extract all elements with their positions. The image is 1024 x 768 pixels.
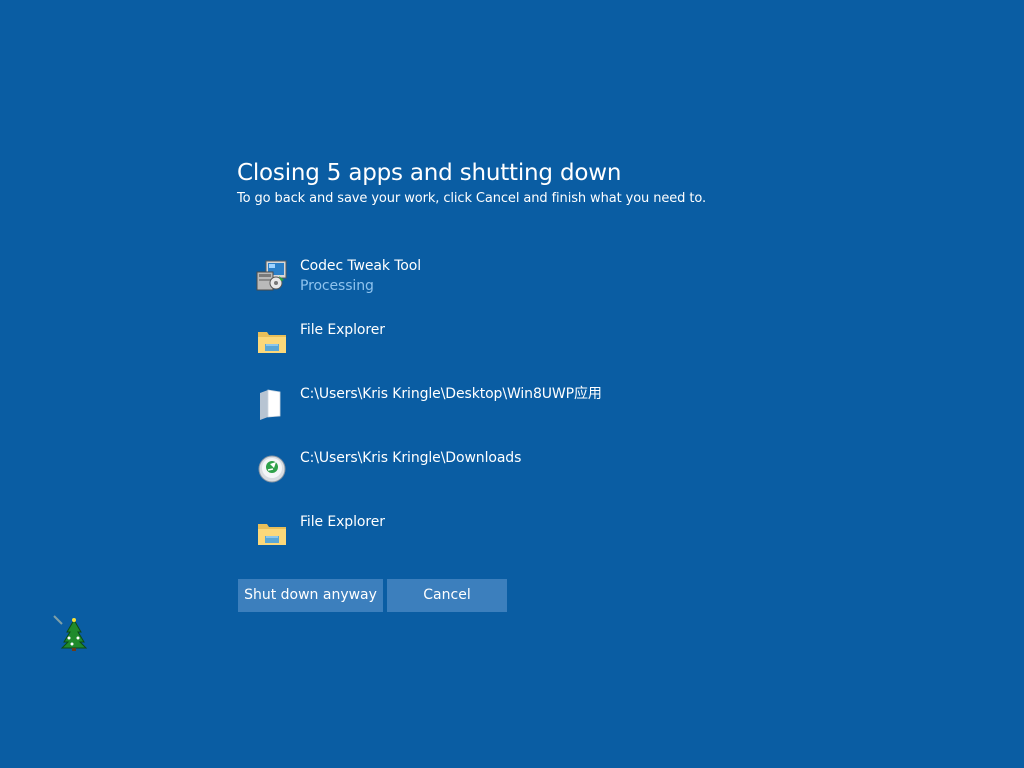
page-title: Closing 5 apps and shutting down xyxy=(237,160,622,186)
list-item: File Explorer xyxy=(254,510,854,574)
dialog-header: Closing 5 apps and shutting down To go b… xyxy=(237,158,837,208)
list-item: File Explorer xyxy=(254,318,854,382)
shutdown-screen: Closing 5 apps and shutting down To go b… xyxy=(0,0,1024,768)
app-name: C:\Users\Kris Kringle\Desktop\Win8UWP应用 xyxy=(300,386,602,402)
cancel-button[interactable]: Cancel xyxy=(387,579,507,612)
app-name: File Explorer xyxy=(300,322,385,338)
shut-down-anyway-button[interactable]: Shut down anyway xyxy=(238,579,383,612)
folder-icon xyxy=(254,322,290,358)
christmas-tree-cursor-icon xyxy=(52,614,88,652)
list-item: C:\Users\Kris Kringle\Downloads xyxy=(254,446,854,510)
list-item: C:\Users\Kris Kringle\Desktop\Win8UWP应用 xyxy=(254,382,854,446)
app-name: C:\Users\Kris Kringle\Downloads xyxy=(300,450,522,466)
blank-folder-icon xyxy=(254,386,290,422)
folder-icon xyxy=(254,514,290,550)
installer-icon xyxy=(254,258,290,294)
app-status: Processing xyxy=(300,278,374,294)
app-list: Codec Tweak Tool Processing File Explore… xyxy=(254,254,854,574)
page-subtitle: To go back and save your work, click Can… xyxy=(237,191,707,206)
app-name: File Explorer xyxy=(300,514,385,530)
green-disc-icon xyxy=(254,450,290,486)
app-name: Codec Tweak Tool xyxy=(300,258,422,274)
list-item: Codec Tweak Tool Processing xyxy=(254,254,854,318)
